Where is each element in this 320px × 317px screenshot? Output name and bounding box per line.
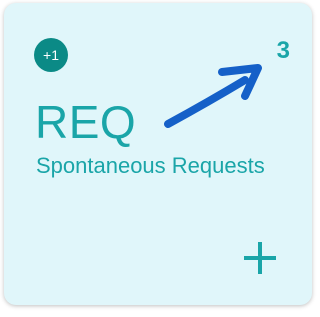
add-button[interactable] (242, 240, 278, 276)
new-count-badge: +1 (34, 38, 68, 72)
tile-subtitle: Spontaneous Requests (36, 153, 265, 178)
tile-title: REQ (35, 96, 137, 148)
request-tile[interactable]: +1 3 REQ Spontaneous Requests (4, 3, 312, 305)
plus-icon (244, 242, 276, 274)
request-count: 3 (276, 37, 290, 64)
